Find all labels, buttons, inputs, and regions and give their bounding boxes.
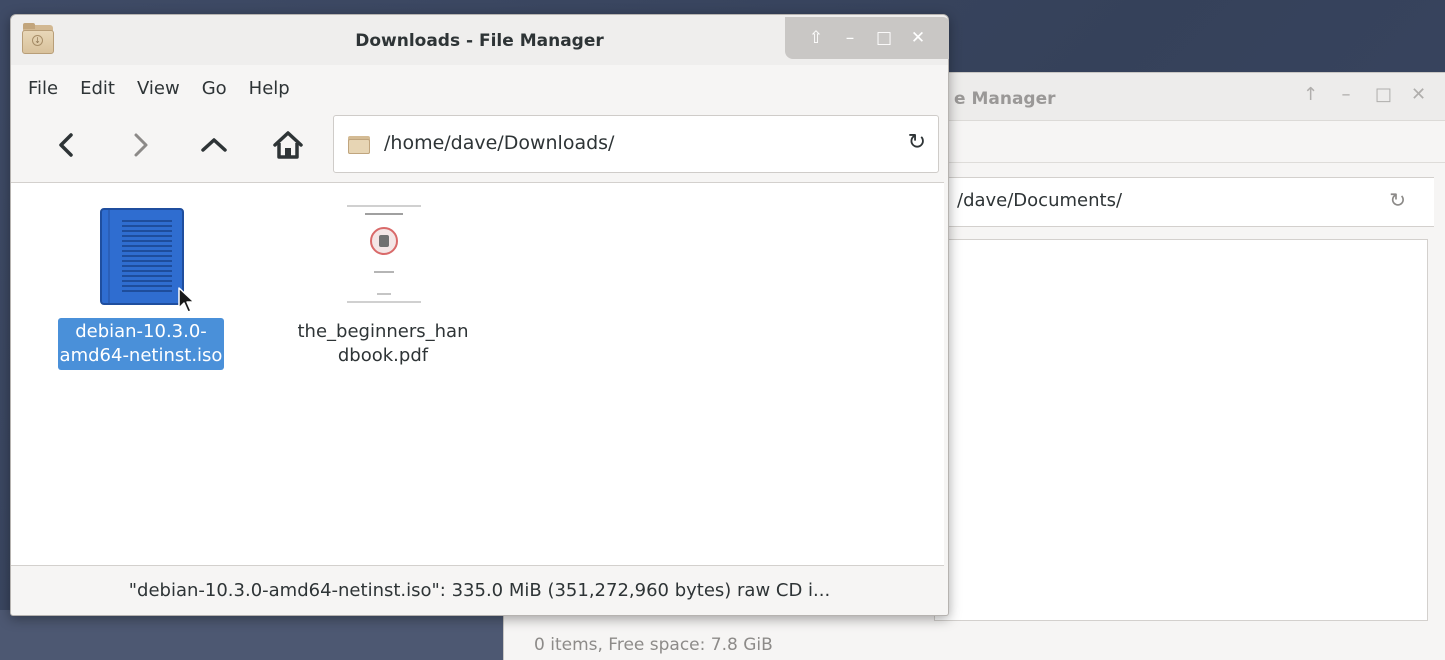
menubar: File Edit View Go Help [11, 65, 948, 111]
forward-arrow-icon [134, 133, 148, 157]
back-arrow-icon [59, 133, 73, 157]
menu-go[interactable]: Go [191, 72, 238, 105]
documents-path-text: /dave/Documents/ [957, 190, 1123, 211]
file-label[interactable]: debian-10.3.0- amd64-netinst.iso [57, 318, 225, 370]
location-bar[interactable]: /home/dave/Downloads/ ↻ [333, 115, 939, 173]
statusbar: "debian-10.3.0-amd64-netinst.iso": 335.0… [128, 580, 831, 601]
documents-statusbar: 0 items, Free space: 7.8 GiB [534, 635, 773, 655]
menu-edit[interactable]: Edit [69, 72, 126, 105]
minimize-button[interactable]: – [842, 28, 858, 48]
back-button[interactable] [46, 125, 86, 165]
home-button[interactable] [268, 125, 308, 165]
documents-file-view[interactable] [934, 239, 1428, 621]
disc-image-icon[interactable] [100, 208, 184, 305]
maximize-button[interactable]: □ [876, 28, 892, 48]
documents-window-title: e Manager [954, 89, 1056, 109]
shade-button[interactable]: ⇧ [808, 28, 824, 48]
minimize-button[interactable]: – [1339, 85, 1353, 105]
downloads-window[interactable]: ↓ Downloads - File Manager ⇧ – □ ✕ File … [10, 14, 949, 616]
menu-view[interactable]: View [126, 72, 191, 105]
menu-help[interactable]: Help [238, 72, 301, 105]
file-label[interactable]: the_beginners_han dbook.pdf [296, 318, 471, 370]
folder-icon [348, 134, 370, 154]
location-path-text: /home/dave/Downloads/ [384, 132, 615, 154]
window-buttons: ⇧ – □ ✕ [785, 17, 949, 59]
close-button[interactable]: ✕ [1411, 85, 1426, 105]
downloads-titlebar[interactable]: ↓ Downloads - File Manager ⇧ – □ ✕ [11, 15, 949, 65]
mouse-pointer-icon [178, 287, 195, 313]
up-arrow-icon [201, 138, 227, 152]
documents-location-bar[interactable]: /dave/Documents/ ↻ [934, 177, 1434, 227]
desktop-wallpaper-shape [0, 610, 520, 660]
shade-button[interactable]: ↑ [1303, 85, 1318, 105]
file-item-pdf[interactable]: the_beginners_han dbook.pdf [273, 318, 493, 370]
up-button[interactable] [194, 125, 234, 165]
file-view[interactable]: debian-10.3.0- amd64-netinst.iso the_beg… [11, 182, 944, 566]
file-item-iso[interactable]: debian-10.3.0- amd64-netinst.iso [31, 318, 251, 370]
pdf-thumbnail-icon[interactable] [347, 203, 421, 303]
close-button[interactable]: ✕ [910, 28, 926, 48]
reload-icon[interactable]: ↻ [908, 130, 926, 155]
home-icon [273, 131, 303, 159]
maximize-button[interactable]: □ [1375, 85, 1392, 105]
forward-button[interactable] [121, 125, 161, 165]
documents-window-buttons: ↑ – □ ✕ [1303, 85, 1426, 105]
menu-file[interactable]: File [17, 72, 69, 105]
reload-icon[interactable]: ↻ [1389, 188, 1406, 212]
